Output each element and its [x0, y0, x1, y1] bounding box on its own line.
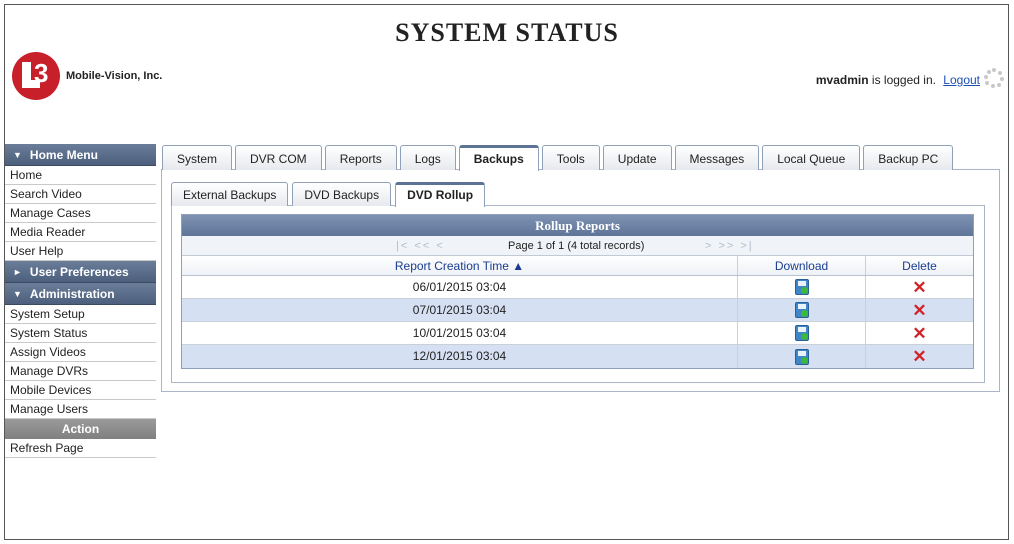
logo-mark: 3	[34, 58, 49, 88]
sidebar-item-home[interactable]: Home	[5, 166, 156, 185]
sidebar-item-refresh-page[interactable]: Refresh Page	[5, 439, 156, 458]
sidebar-item-system-setup[interactable]: System Setup	[5, 305, 156, 324]
page-info: Page 1 of 1 (4 total records)	[508, 239, 645, 252]
user-preferences-label: User Preferences	[29, 264, 129, 279]
triangle-down-icon: ▼	[13, 149, 22, 160]
tab-update[interactable]: Update	[602, 145, 672, 170]
home-menu-label: Home Menu	[29, 147, 98, 162]
grid-title: Rollup Reports	[182, 215, 973, 236]
column-download: Download	[738, 256, 866, 275]
table-row: 10/01/2015 03:04 ✕	[182, 322, 973, 345]
loading-spinner-icon	[984, 68, 1004, 88]
sidebar-item-system-status[interactable]: System Status	[5, 324, 156, 343]
subtab-dvd-backups[interactable]: DVD Backups	[292, 182, 392, 206]
download-icon[interactable]	[794, 302, 809, 318]
l3-logo-icon: 3	[12, 52, 60, 100]
administration-label: Administration	[29, 286, 115, 301]
table-row: 07/01/2015 03:04 ✕	[182, 299, 973, 322]
report-time-cell: 12/01/2015 03:04	[182, 345, 738, 368]
administration-header[interactable]: ▼ Administration	[5, 283, 156, 305]
delete-icon[interactable]: ✕	[912, 302, 926, 319]
tab-tools[interactable]: Tools	[541, 145, 600, 170]
home-menu-header[interactable]: ▼ Home Menu	[5, 144, 156, 166]
action-header: Action	[5, 419, 156, 439]
sidebar-item-mobile-devices[interactable]: Mobile Devices	[5, 381, 156, 400]
table-row: 06/01/2015 03:04 ✕	[182, 276, 973, 299]
logged-in-text: is logged in.	[871, 73, 936, 87]
download-icon[interactable]	[794, 279, 809, 295]
report-time-cell: 10/01/2015 03:04	[182, 322, 738, 344]
table-row: 12/01/2015 03:04 ✕	[182, 345, 973, 368]
report-time-cell: 06/01/2015 03:04	[182, 276, 738, 298]
main-tabs: System DVR COM Reports Logs Backups Tool…	[162, 145, 956, 171]
subtab-external-backups[interactable]: External Backups	[171, 182, 289, 206]
tab-messages[interactable]: Messages	[674, 145, 760, 170]
delete-icon[interactable]: ✕	[912, 279, 926, 296]
username: mvadmin	[815, 73, 869, 87]
logout-link[interactable]: Logout	[943, 73, 980, 87]
delete-icon[interactable]: ✕	[912, 325, 926, 342]
page-title: SYSTEM STATUS	[395, 18, 619, 47]
pager-first-prev-icons[interactable]: |< << <	[396, 240, 445, 252]
tab-reports[interactable]: Reports	[324, 145, 397, 170]
tab-dvr-com[interactable]: DVR COM	[235, 145, 322, 170]
sidebar: ▼ Home Menu Home Search Video Manage Cas…	[5, 144, 156, 458]
sidebar-item-manage-dvrs[interactable]: Manage DVRs	[5, 362, 156, 381]
tab-backup-pc[interactable]: Backup PC	[863, 145, 954, 170]
triangle-down-icon: ▼	[13, 288, 22, 299]
user-preferences-header[interactable]: ► User Preferences	[5, 261, 156, 283]
sidebar-item-search-video[interactable]: Search Video	[5, 185, 156, 204]
report-time-cell: 07/01/2015 03:04	[182, 299, 738, 321]
pager-next-last-icons[interactable]: > >> >|	[705, 240, 754, 252]
pager: |< << < Page 1 of 1 (4 total records) > …	[182, 236, 973, 256]
column-report-creation-time[interactable]: Report Creation Time ▲	[182, 256, 738, 275]
tab-logs[interactable]: Logs	[399, 145, 456, 170]
rollup-reports-grid: Rollup Reports |< << < Page 1 of 1 (4 to…	[181, 214, 974, 369]
sidebar-item-manage-users[interactable]: Manage Users	[5, 400, 156, 419]
grid-header-row: Report Creation Time ▲ Download Delete	[182, 256, 973, 276]
tab-local-queue[interactable]: Local Queue	[762, 145, 861, 170]
tab-backups[interactable]: Backups	[458, 145, 539, 171]
backup-subtabs: External Backups DVD Backups DVD Rollup	[171, 182, 489, 207]
download-icon[interactable]	[794, 348, 809, 365]
download-icon[interactable]	[794, 325, 809, 341]
sidebar-item-user-help[interactable]: User Help	[5, 242, 156, 261]
login-status: mvadmin is logged in. Logout	[816, 73, 980, 87]
company-logo: 3 Mobile-Vision, Inc.	[12, 52, 162, 100]
sidebar-item-media-reader[interactable]: Media Reader	[5, 223, 156, 242]
sidebar-item-manage-cases[interactable]: Manage Cases	[5, 204, 156, 223]
delete-icon[interactable]: ✕	[912, 348, 926, 365]
sidebar-item-assign-videos[interactable]: Assign Videos	[5, 343, 156, 362]
company-name: Mobile-Vision, Inc.	[66, 70, 163, 82]
column-delete: Delete	[902, 259, 937, 273]
triangle-right-icon: ►	[13, 266, 22, 277]
tab-system[interactable]: System	[162, 145, 233, 170]
subtab-dvd-rollup[interactable]: DVD Rollup	[395, 182, 486, 207]
